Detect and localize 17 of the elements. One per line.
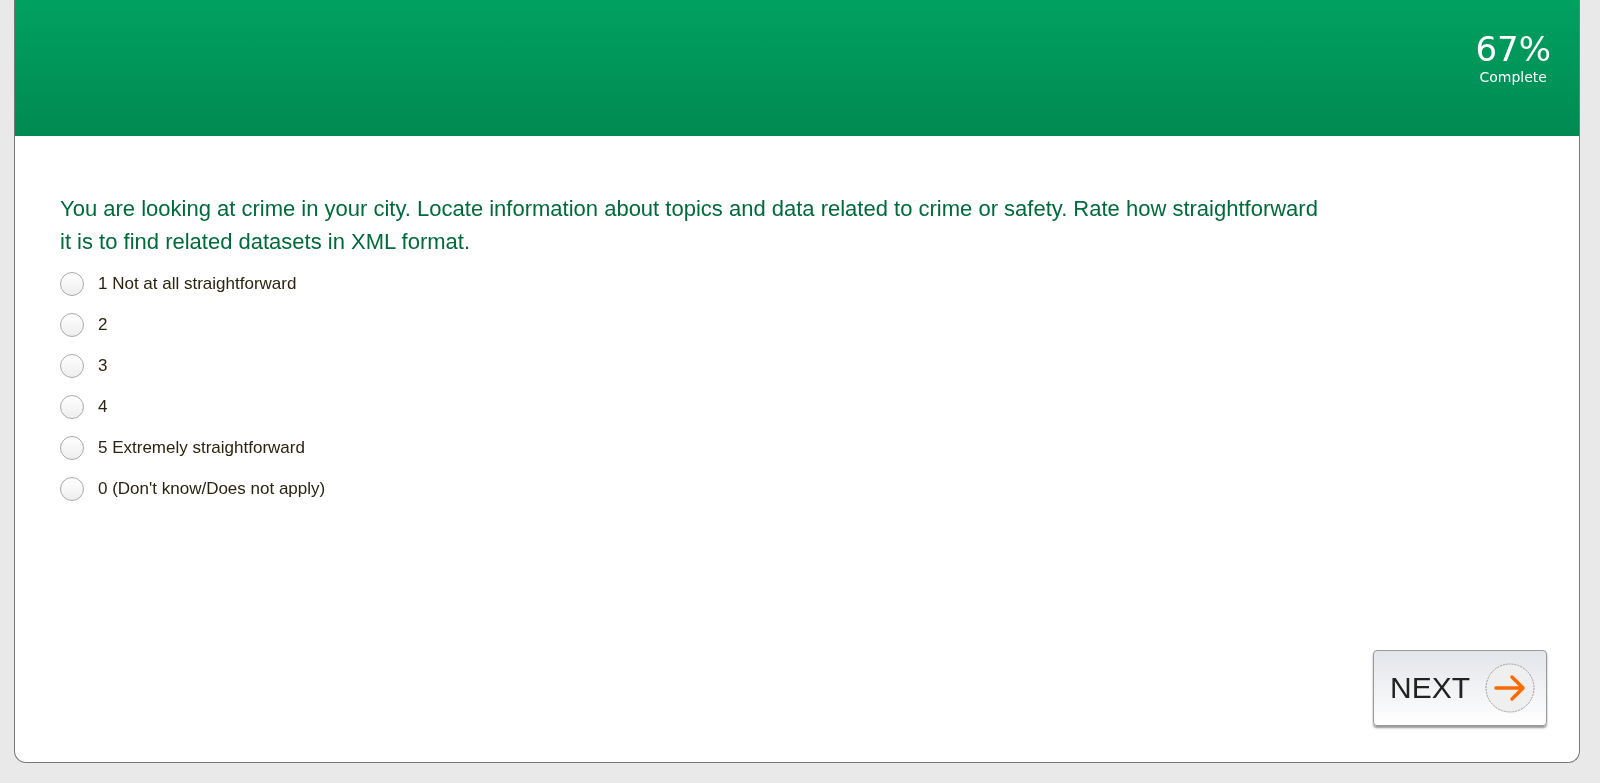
option-label[interactable]: 0 (Don't know/Does not apply) bbox=[98, 479, 326, 499]
option-label[interactable]: 4 bbox=[98, 397, 108, 417]
radio-button[interactable] bbox=[60, 477, 84, 501]
option-label[interactable]: 3 bbox=[98, 356, 108, 376]
radio-button[interactable] bbox=[60, 313, 84, 337]
radio-button[interactable] bbox=[60, 395, 84, 419]
question-text: You are looking at crime in your city. Locate information about topics and data related to crime or safety. Rate how straightforward it is to find related datasets in XML format. bbox=[60, 195, 1319, 256]
radio-button[interactable] bbox=[60, 436, 84, 460]
option-label[interactable]: 2 bbox=[98, 315, 108, 335]
option-label[interactable]: 1 Not at all straightforward bbox=[98, 274, 297, 294]
progress-percent: 67% bbox=[1475, 30, 1551, 68]
option-label[interactable]: 5 Extremely straightforward bbox=[98, 438, 305, 458]
arrow-right-icon bbox=[1484, 662, 1536, 714]
radio-button[interactable] bbox=[60, 354, 84, 378]
next-button[interactable]: NEXT bbox=[1373, 650, 1547, 726]
progress-label: Complete bbox=[1479, 68, 1547, 86]
radio-button[interactable] bbox=[60, 272, 84, 296]
